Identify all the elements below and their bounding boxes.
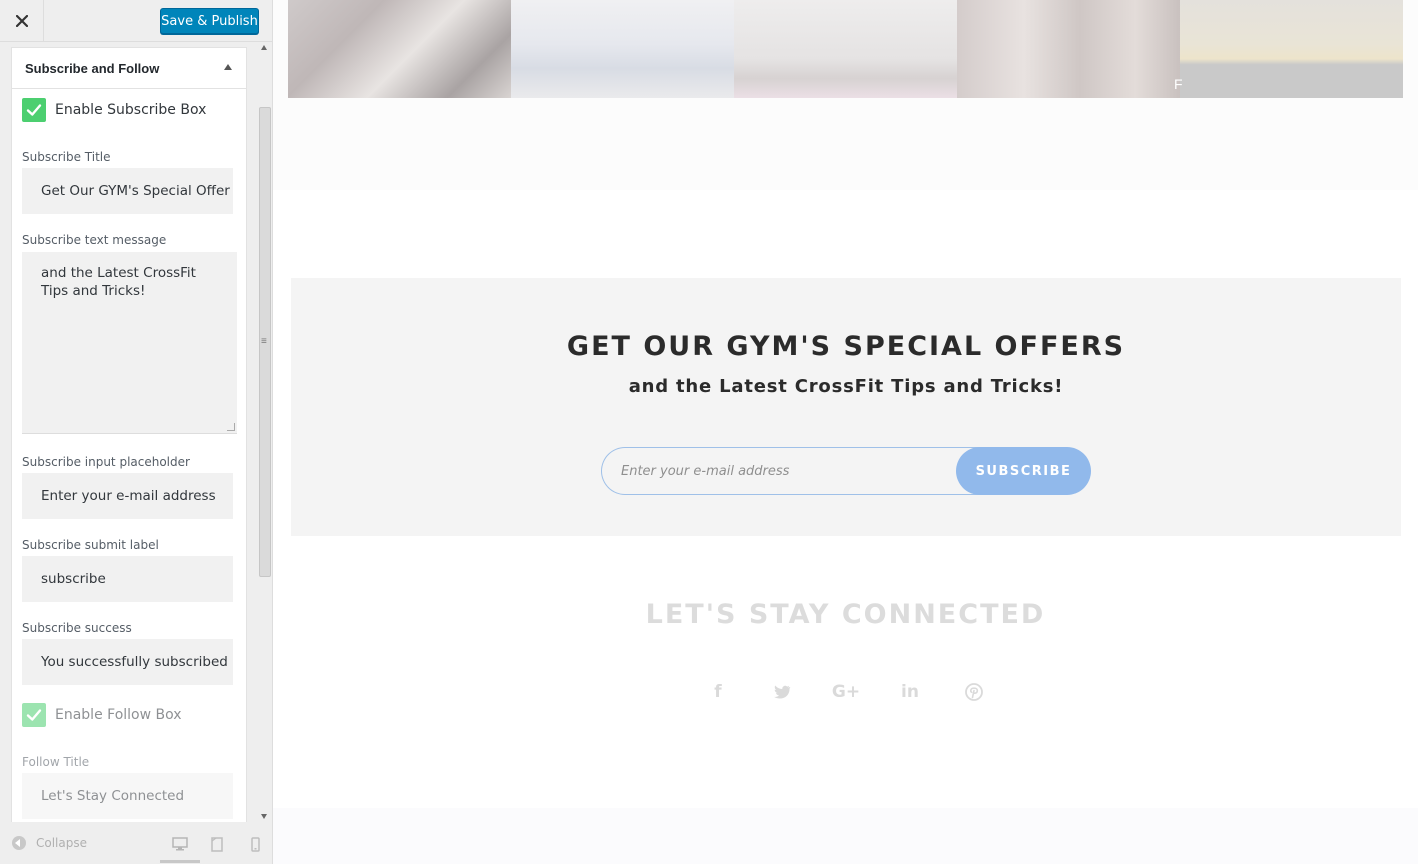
customizer-header: Save & Publish: [0, 0, 272, 42]
facebook-icon[interactable]: f: [686, 660, 750, 724]
pinterest-logo-icon: [965, 683, 983, 701]
follow-title-label: Follow Title: [22, 755, 90, 769]
email-input[interactable]: Enter your e-mail address: [601, 447, 1001, 495]
tablet-icon: [211, 836, 223, 852]
sidebar-resize-handle-icon[interactable]: ≡: [261, 336, 267, 347]
scroll-down-icon[interactable]: [261, 814, 267, 819]
enable-subscribe-checkbox-row[interactable]: Enable Subscribe Box: [22, 98, 206, 122]
gallery-image[interactable]: [288, 0, 511, 98]
customizer-sidebar: Save & Publish Subscribe and Follow Enab…: [0, 0, 273, 864]
gallery-section: F: [273, 0, 1418, 190]
google-plus-icon[interactable]: G+: [814, 660, 878, 724]
enable-subscribe-label: Enable Subscribe Box: [55, 102, 207, 118]
customizer-scroll-area: Subscribe and Follow Enable Subscribe Bo…: [0, 42, 272, 822]
subscribe-placeholder-label: Subscribe input placeholder: [22, 455, 190, 469]
subscribe-form: Enter your e-mail address SUBSCRIBE: [601, 447, 1091, 495]
gallery-caption: F: [1174, 76, 1183, 92]
subscribe-title: GET OUR GYM'S SPECIAL OFFERS: [566, 331, 1126, 362]
gallery-image[interactable]: [734, 0, 957, 98]
twitter-icon[interactable]: [750, 660, 814, 724]
customizer-footer: Collapse: [0, 822, 272, 864]
subscribe-title-label: Subscribe Title: [22, 150, 111, 164]
panel-title: Subscribe and Follow: [25, 61, 160, 76]
subscribe-text-label: Subscribe text message: [22, 233, 167, 247]
gallery-image[interactable]: F: [1174, 0, 1403, 98]
enable-follow-checkbox[interactable]: [22, 703, 46, 727]
resize-grip-icon[interactable]: [227, 423, 235, 431]
gallery-image[interactable]: [511, 0, 734, 98]
subscribe-placeholder-field[interactable]: Enter your e-mail address: [22, 473, 233, 519]
mobile-icon: [250, 836, 260, 852]
twitter-bird-icon: [774, 685, 791, 699]
close-button[interactable]: [0, 0, 44, 42]
social-links: f G+ in: [686, 660, 1006, 724]
subscribe-text-value: and the Latest CrossFit Tips and Tricks!: [41, 265, 196, 299]
collapse-caret-icon[interactable]: [224, 64, 232, 70]
subscribe-title-field[interactable]: Get Our GYM's Special Offer: [22, 168, 233, 214]
pinterest-icon[interactable]: [942, 660, 1006, 724]
desktop-icon: [172, 837, 188, 851]
subscribe-button[interactable]: SUBSCRIBE: [956, 447, 1091, 495]
close-icon[interactable]: [15, 15, 28, 27]
enable-follow-label: Enable Follow Box: [55, 707, 182, 723]
sidebar-scrollbar[interactable]: [258, 42, 272, 822]
site-preview: F GET OUR GYM'S SPECIAL OFFERS and the L…: [273, 0, 1418, 864]
enable-subscribe-checkbox[interactable]: [22, 98, 46, 122]
panel-header[interactable]: Subscribe and Follow: [12, 48, 246, 89]
subscribe-follow-panel: Subscribe and Follow Enable Subscribe Bo…: [11, 47, 247, 822]
preview-tablet-button[interactable]: [207, 834, 227, 854]
preview-desktop-button[interactable]: [170, 834, 190, 854]
subscribe-submit-field[interactable]: subscribe: [22, 556, 233, 602]
preview-mobile-button[interactable]: [245, 834, 265, 854]
subscribe-section: GET OUR GYM'S SPECIAL OFFERS and the Lat…: [291, 278, 1401, 536]
active-device-indicator: [160, 860, 200, 863]
checkmark-icon: [26, 104, 42, 116]
gallery-image[interactable]: [957, 0, 1180, 98]
follow-title-field[interactable]: Let's Stay Connected: [22, 773, 233, 819]
scroll-up-icon[interactable]: [261, 45, 267, 50]
checkmark-icon: [26, 709, 42, 721]
collapse-label: Collapse: [36, 836, 87, 850]
collapse-icon: [12, 836, 26, 850]
subscribe-success-field[interactable]: You successfully subscribed: [22, 639, 233, 685]
follow-title: LET'S STAY CONNECTED: [645, 599, 1046, 630]
subscribe-success-label: Subscribe success: [22, 621, 132, 635]
subscribe-text-field[interactable]: and the Latest CrossFit Tips and Tricks!: [22, 252, 237, 434]
subscribe-text: and the Latest CrossFit Tips and Tricks!: [628, 376, 1064, 397]
save-publish-button[interactable]: Save & Publish: [160, 8, 259, 34]
enable-follow-checkbox-row[interactable]: Enable Follow Box: [22, 703, 182, 727]
collapse-button[interactable]: Collapse: [12, 836, 87, 850]
subscribe-submit-label: Subscribe submit label: [22, 538, 159, 552]
site-footer: [273, 808, 1418, 864]
linkedin-icon[interactable]: in: [878, 660, 942, 724]
